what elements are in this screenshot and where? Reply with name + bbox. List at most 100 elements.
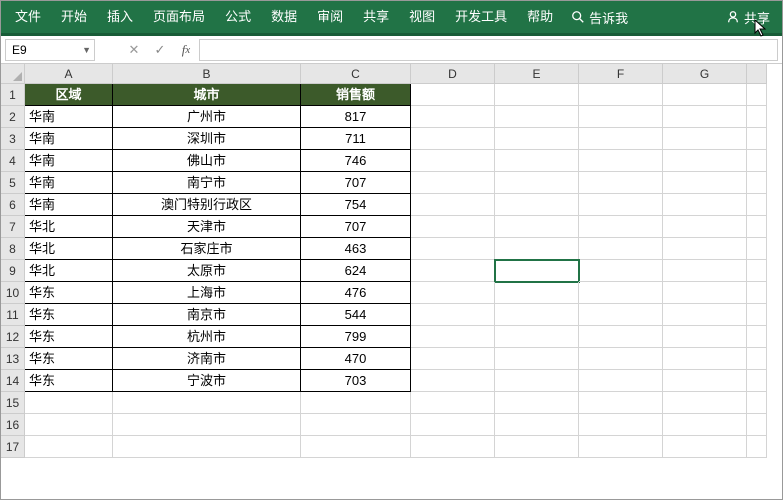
cell[interactable] [579, 172, 663, 194]
cell[interactable] [411, 84, 495, 106]
cell[interactable] [495, 414, 579, 436]
cell[interactable] [411, 370, 495, 392]
row-header[interactable]: 10 [1, 282, 25, 304]
tab-review[interactable]: 审阅 [307, 1, 353, 33]
cell[interactable] [411, 326, 495, 348]
cell[interactable] [25, 414, 113, 436]
cell[interactable]: 佛山市 [113, 150, 301, 172]
tab-developer[interactable]: 开发工具 [445, 1, 517, 33]
cell[interactable] [747, 370, 767, 392]
cell[interactable] [411, 172, 495, 194]
row-header[interactable]: 17 [1, 436, 25, 458]
row-header[interactable]: 2 [1, 106, 25, 128]
row-header[interactable]: 15 [1, 392, 25, 414]
cell[interactable]: 624 [301, 260, 411, 282]
cell[interactable]: 石家庄市 [113, 238, 301, 260]
cell[interactable] [747, 194, 767, 216]
cell[interactable]: 707 [301, 172, 411, 194]
cell[interactable] [579, 414, 663, 436]
cell[interactable]: 华北 [25, 238, 113, 260]
cell[interactable] [495, 238, 579, 260]
tab-page-layout[interactable]: 页面布局 [143, 1, 215, 33]
cell[interactable] [495, 150, 579, 172]
cell[interactable] [663, 172, 747, 194]
cell[interactable] [579, 326, 663, 348]
cell[interactable] [411, 106, 495, 128]
enter-button[interactable]: ✓ [147, 39, 173, 61]
cell[interactable] [747, 216, 767, 238]
cell[interactable]: 华东 [25, 348, 113, 370]
row-header[interactable]: 3 [1, 128, 25, 150]
cell[interactable]: 上海市 [113, 282, 301, 304]
cell[interactable] [113, 414, 301, 436]
row-header[interactable]: 7 [1, 216, 25, 238]
cell[interactable] [579, 348, 663, 370]
col-header-e[interactable]: E [495, 64, 579, 84]
cell[interactable]: 华南 [25, 172, 113, 194]
cell[interactable]: 太原市 [113, 260, 301, 282]
cell[interactable]: 杭州市 [113, 326, 301, 348]
cell[interactable] [579, 260, 663, 282]
cell[interactable] [495, 304, 579, 326]
cell[interactable]: 华东 [25, 326, 113, 348]
cell[interactable] [411, 128, 495, 150]
col-header-c[interactable]: C [301, 64, 411, 84]
cell[interactable] [579, 238, 663, 260]
cell[interactable] [747, 260, 767, 282]
cell[interactable] [301, 436, 411, 458]
cell[interactable] [579, 392, 663, 414]
cell[interactable] [747, 128, 767, 150]
select-all-button[interactable] [1, 64, 25, 84]
cell[interactable]: 深圳市 [113, 128, 301, 150]
cell[interactable] [579, 436, 663, 458]
col-header-b[interactable]: B [113, 64, 301, 84]
cell[interactable] [579, 282, 663, 304]
cell[interactable]: 746 [301, 150, 411, 172]
cell[interactable]: 463 [301, 238, 411, 260]
row-header[interactable]: 6 [1, 194, 25, 216]
cell[interactable] [747, 106, 767, 128]
cell[interactable] [411, 436, 495, 458]
row-header[interactable]: 1 [1, 84, 25, 106]
cell[interactable] [411, 348, 495, 370]
cell[interactable]: 南京市 [113, 304, 301, 326]
cell[interactable] [747, 304, 767, 326]
row-header[interactable]: 9 [1, 260, 25, 282]
formula-input[interactable] [199, 39, 778, 61]
cell[interactable] [411, 414, 495, 436]
cell[interactable] [411, 304, 495, 326]
cell[interactable] [663, 414, 747, 436]
cell[interactable]: 711 [301, 128, 411, 150]
cell[interactable] [495, 436, 579, 458]
cell[interactable] [495, 216, 579, 238]
cell[interactable] [663, 436, 747, 458]
cell[interactable] [579, 370, 663, 392]
cell[interactable]: 华南 [25, 106, 113, 128]
cell[interactable] [113, 392, 301, 414]
cell[interactable] [663, 84, 747, 106]
cell[interactable] [411, 216, 495, 238]
tab-help[interactable]: 帮助 [517, 1, 563, 33]
col-header-g[interactable]: G [663, 64, 747, 84]
col-header-f[interactable]: F [579, 64, 663, 84]
cell[interactable] [579, 216, 663, 238]
cell[interactable] [663, 238, 747, 260]
cell[interactable] [579, 128, 663, 150]
cell[interactable] [663, 348, 747, 370]
cell[interactable] [495, 282, 579, 304]
tab-view[interactable]: 视图 [399, 1, 445, 33]
share-button[interactable]: 共享 [718, 1, 778, 33]
cell[interactable]: 476 [301, 282, 411, 304]
cell[interactable] [113, 436, 301, 458]
cell[interactable]: 华北 [25, 260, 113, 282]
cell[interactable] [495, 326, 579, 348]
cell[interactable]: 799 [301, 326, 411, 348]
cell[interactable] [495, 128, 579, 150]
col-header-d[interactable]: D [411, 64, 495, 84]
row-header[interactable]: 11 [1, 304, 25, 326]
cell[interactable]: 华南 [25, 128, 113, 150]
cell[interactable]: 销售额 [301, 84, 411, 106]
cell[interactable]: 707 [301, 216, 411, 238]
cell[interactable]: 华北 [25, 216, 113, 238]
cell[interactable]: 华南 [25, 194, 113, 216]
